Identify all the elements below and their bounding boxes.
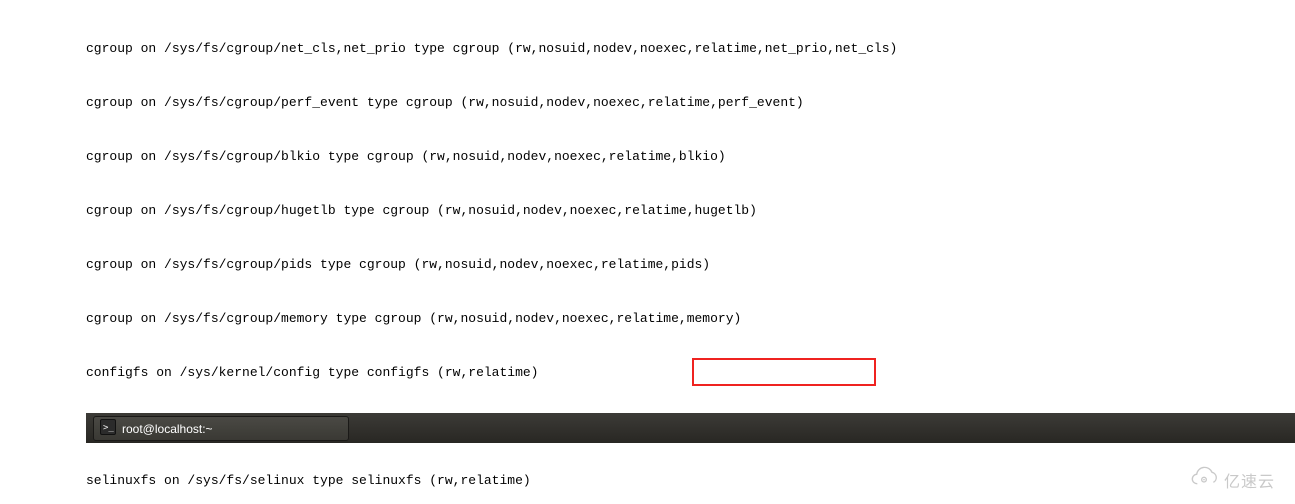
taskbar-window-button[interactable]: >_ root@localhost:~ xyxy=(93,416,349,441)
watermark-text: 亿速云 xyxy=(1224,468,1275,492)
svg-text:>_: >_ xyxy=(103,423,114,433)
watermark-logo: 亿速云 xyxy=(1188,465,1275,494)
desktop-viewport: cgroup on /sys/fs/cgroup/net_cls,net_pri… xyxy=(0,0,1295,504)
output-line: cgroup on /sys/fs/cgroup/blkio type cgro… xyxy=(86,148,1295,166)
output-line: selinuxfs on /sys/fs/selinux type selinu… xyxy=(86,472,1295,490)
cloud-icon xyxy=(1188,465,1220,494)
terminal-icon: >_ xyxy=(100,419,116,438)
output-line: cgroup on /sys/fs/cgroup/hugetlb type cg… xyxy=(86,202,1295,220)
taskbar-window-title: root@localhost:~ xyxy=(122,422,213,436)
output-line: configfs on /sys/kernel/config type conf… xyxy=(86,364,1295,382)
output-line: cgroup on /sys/fs/cgroup/pids type cgrou… xyxy=(86,256,1295,274)
output-line: cgroup on /sys/fs/cgroup/perf_event type… xyxy=(86,94,1295,112)
taskbar: >_ root@localhost:~ xyxy=(86,413,1295,443)
output-line: cgroup on /sys/fs/cgroup/memory type cgr… xyxy=(86,310,1295,328)
output-line: cgroup on /sys/fs/cgroup/net_cls,net_pri… xyxy=(86,40,1295,58)
